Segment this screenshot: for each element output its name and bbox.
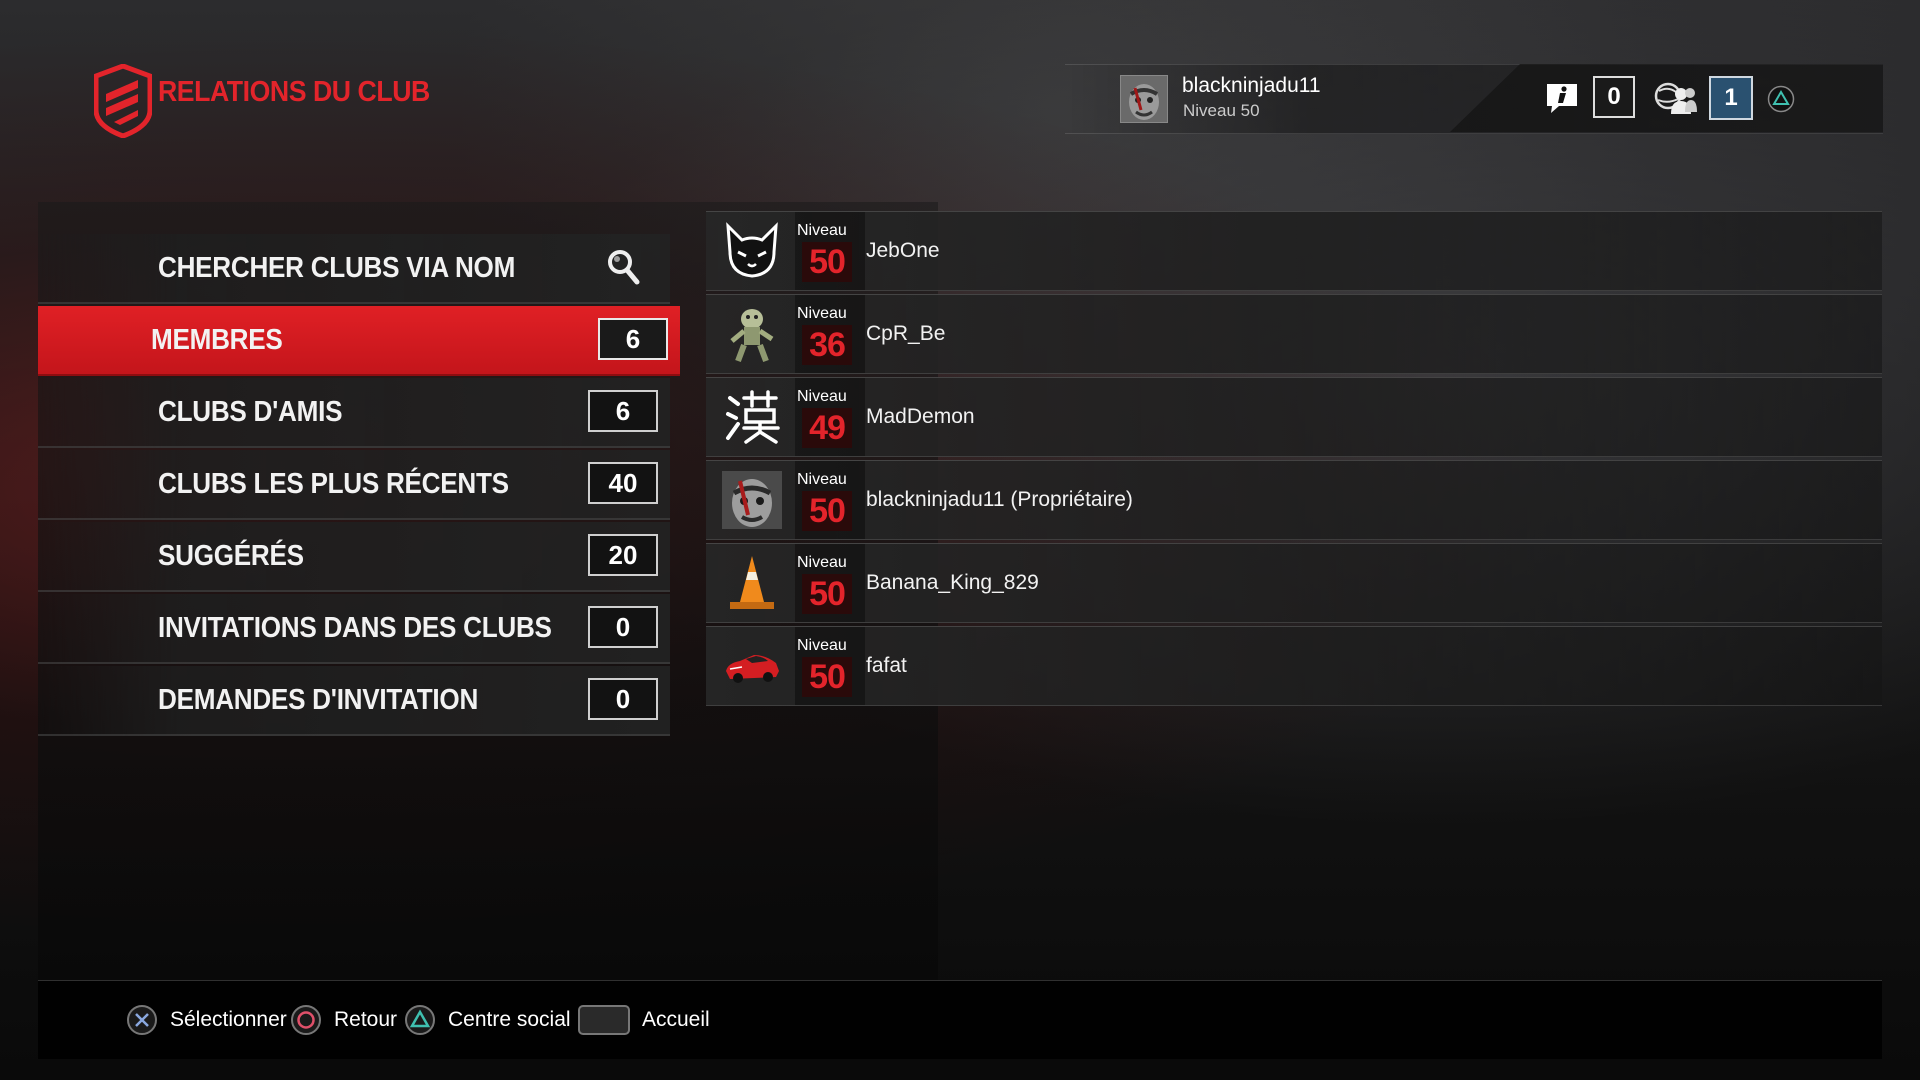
select-label: Sélectionner [170,1008,287,1031]
menu-item-count: 0 [588,678,658,720]
level-number: 50 [802,657,852,697]
member-name: MadDemon [866,405,975,428]
menu-item-count: 6 [598,318,668,360]
circle-button-icon [291,1005,321,1035]
menu-item-label: CLUBS D'AMIS [158,396,343,428]
touchpad-button-icon [578,1005,630,1035]
level-label: Niveau [797,554,847,571]
member-name: blackninjadu11 (Propriétaire) [866,488,1133,511]
member-name: JebOne [866,239,940,262]
member-name: Banana_King_829 [866,571,1039,594]
menu-item-clubs-amis[interactable]: CLUBS D'AMIS 6 [38,378,670,448]
menu-item-label: SUGGÉRÉS [158,540,304,572]
triangle-button-icon [405,1005,435,1035]
driveclub-logo-icon [94,64,152,138]
menu-item-label: MEMBRES [151,324,283,356]
menu-item-count: 20 [588,534,658,576]
member-name: fafat [866,654,907,677]
menu-item-suggeres[interactable]: SUGGÉRÉS 20 [38,522,670,592]
menu-item-count: 0 [588,606,658,648]
profile-username: blackninjadu11 [1182,74,1321,97]
menu-item-invitations[interactable]: INVITATIONS DANS DES CLUBS 0 [38,594,670,664]
level-label: Niveau [797,305,847,322]
list-item[interactable]: Niveau 50 fafat [706,626,1882,706]
menu-item-count: 40 [588,462,658,504]
members-list: Niveau 50 JebOne Niveau 36 CpR_Be Niveau… [706,211,1882,709]
cross-button-icon [127,1005,157,1035]
level-number: 50 [802,491,852,531]
kanji-icon [726,390,780,444]
info-count-badge: 0 [1593,76,1635,118]
club-menu: CHERCHER CLUBS VIA NOM MEMBRES 6 CLUBS D… [38,234,680,738]
menu-item-label: INVITATIONS DANS DES CLUBS [158,612,552,644]
select-prompt[interactable]: Sélectionner [126,1001,287,1039]
cat-face-icon [726,222,778,278]
list-item[interactable]: Niveau 49 MadDemon [706,377,1882,457]
search-clubs-label: CHERCHER CLUBS VIA NOM [158,252,516,284]
search-icon [608,250,640,285]
menu-item-label: DEMANDES D'INVITATION [158,684,479,716]
level-label: Niveau [797,388,847,405]
friends-count-badge: 1 [1709,76,1753,120]
list-item[interactable]: Niveau 36 CpR_Be [706,294,1882,374]
list-item[interactable]: Niveau 50 blackninjadu11 (Propriétaire) [706,460,1882,540]
search-clubs-by-name[interactable]: CHERCHER CLUBS VIA NOM [38,234,670,304]
menu-item-label: CLUBS LES PLUS RÉCENTS [158,468,509,500]
level-label: Niveau [797,637,847,654]
home-label: Accueil [642,1008,710,1031]
menu-item-demandes[interactable]: DEMANDES D'INVITATION 0 [38,666,670,736]
list-item[interactable]: Niveau 50 Banana_King_829 [706,543,1882,623]
level-number: 50 [802,574,852,614]
level-label: Niveau [797,222,847,239]
back-label: Retour [334,1008,398,1031]
red-car-icon [726,655,779,683]
back-prompt[interactable]: Retour [290,1001,397,1039]
social-label: Centre social [448,1008,571,1031]
triangle-button-icon[interactable] [1767,85,1795,113]
menu-item-clubs-recents[interactable]: CLUBS LES PLUS RÉCENTS 40 [38,450,670,520]
warrior-face-icon [722,471,782,529]
creature-icon [730,309,774,363]
traffic-cone-icon [730,556,774,609]
page-title: RELATIONS DU CLUB [158,76,430,108]
level-label: Niveau [797,471,847,488]
avatar [1120,75,1168,123]
button-prompts-bar: Sélectionner Retour Centre social Accuei… [38,980,1882,1059]
home-prompt[interactable]: Accueil [578,1001,710,1039]
list-item[interactable]: Niveau 50 JebOne [706,211,1882,291]
social-prompt[interactable]: Centre social [404,1001,571,1039]
profile-level: Niveau 50 [1183,101,1260,120]
level-number: 49 [802,408,852,448]
level-number: 36 [802,325,852,365]
menu-item-membres[interactable]: MEMBRES 6 [38,306,680,376]
info-icon[interactable] [1543,82,1581,114]
menu-item-count: 6 [588,390,658,432]
level-number: 50 [802,242,852,282]
member-name: CpR_Be [866,322,946,345]
friends-icon[interactable] [1654,80,1698,116]
